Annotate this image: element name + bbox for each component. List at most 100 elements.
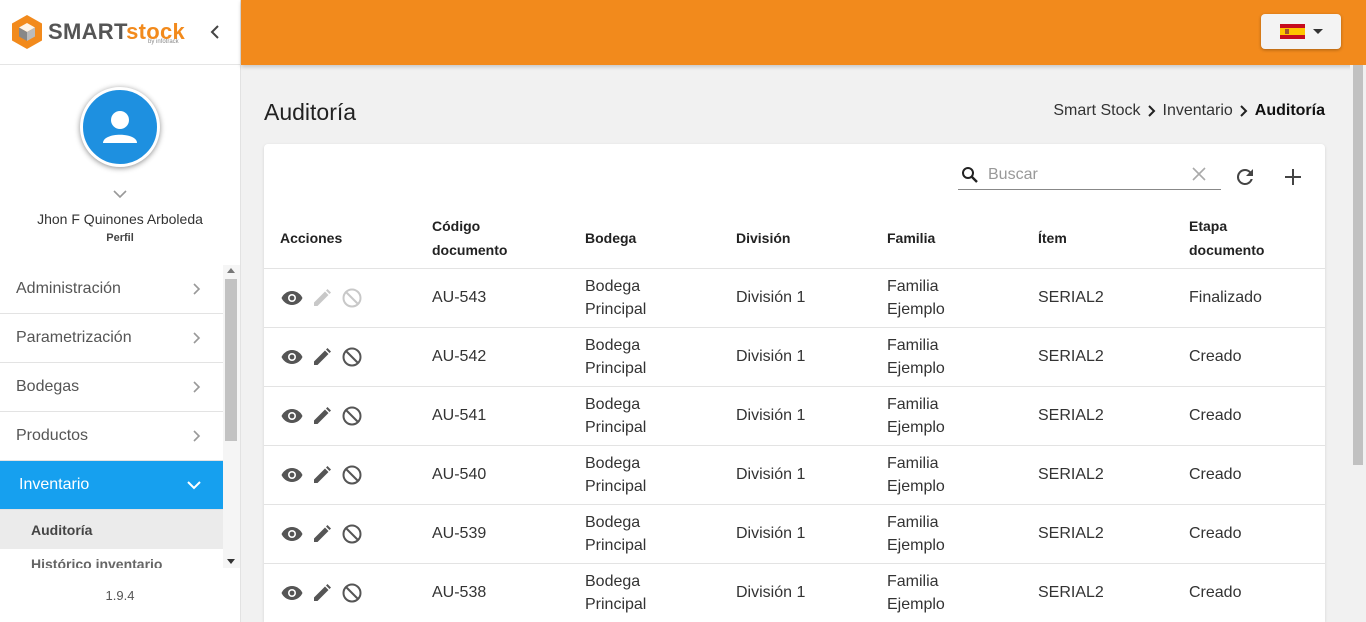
avatar[interactable] (80, 87, 160, 167)
sidebar-item-productos[interactable]: Productos (0, 412, 223, 461)
view-button[interactable] (280, 463, 304, 487)
topbar (241, 0, 1366, 65)
edit-button[interactable] (310, 345, 334, 369)
breadcrumb-item-smart-stock[interactable]: Smart Stock (1053, 102, 1140, 120)
cell-etapa: Finalizado (1173, 268, 1325, 328)
cell-line: Ejemplo (887, 477, 945, 495)
table-header-row: Acciones Código documento Bodega División… (264, 208, 1325, 269)
table-row: AU-542 Bodega Principal División 1 Famili… (264, 327, 1325, 387)
sidebar-item-label: Administración (16, 280, 121, 297)
sidebar-item-administracion[interactable]: Administración (0, 265, 223, 314)
cell-line: Principal (585, 595, 647, 613)
page-scrollbar[interactable] (1350, 65, 1366, 622)
edit-button[interactable] (310, 581, 334, 605)
sidebar-subitem-auditoria[interactable]: Auditoría (0, 510, 223, 549)
cancel-button[interactable] (340, 345, 364, 369)
cell-division: División 1 (720, 445, 871, 505)
refresh-icon[interactable] (1233, 165, 1257, 189)
sidebar-item-parametrizacion[interactable]: Parametrización (0, 314, 223, 363)
view-button[interactable] (280, 286, 304, 310)
cell-line: Bodega (585, 454, 641, 472)
edit-button[interactable] (310, 522, 334, 546)
cell-line: Ejemplo (887, 359, 945, 377)
language-select-button[interactable] (1261, 14, 1341, 49)
edit-button[interactable] (310, 286, 334, 310)
sidebar-scrollbar[interactable] (223, 265, 240, 568)
cell-bodega: Bodega Principal (569, 268, 720, 328)
row-actions (264, 563, 416, 622)
view-button[interactable] (280, 404, 304, 428)
user-icon (103, 111, 137, 143)
eye-icon (281, 526, 303, 541)
view-button[interactable] (280, 581, 304, 605)
cell-familia: Familia Ejemplo (871, 386, 1022, 446)
row-actions (264, 268, 416, 328)
sidebar-item-label: Bodegas (16, 378, 80, 395)
column-header-line: Código (432, 217, 481, 234)
sidebar-subitem-historico-inventario[interactable]: Histórico inventario (0, 549, 223, 568)
add-icon[interactable] (1281, 165, 1305, 189)
pencil-icon (314, 288, 331, 306)
cell-etapa: Creado (1173, 563, 1325, 622)
cell-etapa: Creado (1173, 327, 1325, 387)
cancel-button[interactable] (340, 404, 364, 428)
column-header-line: documento (432, 241, 508, 258)
sidebar-item-bodegas[interactable]: Bodegas (0, 363, 223, 412)
cell-line: Bodega (585, 336, 641, 354)
cell-bodega: Bodega Principal (569, 445, 720, 505)
row-actions (264, 386, 416, 446)
page-scroll-thumb[interactable] (1353, 65, 1363, 465)
cell-line: Bodega (585, 277, 641, 295)
cancel-button[interactable] (340, 522, 364, 546)
profile-link[interactable]: Perfil (0, 232, 240, 244)
sidebar-scroll-thumb[interactable] (225, 279, 237, 441)
edit-button[interactable] (310, 463, 334, 487)
sidebar-item-label: Parametrización (16, 329, 132, 346)
sidebar-item-label: Inventario (19, 476, 90, 493)
chevron-left-icon (210, 25, 219, 39)
cancel-button[interactable] (340, 463, 364, 487)
cell-division: División 1 (720, 268, 871, 328)
scroll-up-arrow-icon[interactable] (227, 268, 235, 273)
column-header-item[interactable]: Ítem (1022, 208, 1173, 269)
sidebar-item-inventario[interactable]: Inventario (0, 461, 223, 510)
column-header-line: documento (1189, 241, 1265, 258)
cell-codigo: AU-542 (416, 327, 569, 387)
cell-line: Ejemplo (887, 300, 945, 318)
row-actions (264, 445, 416, 505)
view-button[interactable] (280, 522, 304, 546)
cell-bodega: Bodega Principal (569, 386, 720, 446)
page-title: Auditoría (264, 99, 357, 125)
cell-line: Bodega (585, 395, 641, 413)
column-header-division[interactable]: División (720, 208, 871, 269)
pencil-icon (314, 406, 331, 424)
clear-search-icon[interactable] (1191, 166, 1207, 182)
eye-icon (281, 290, 303, 305)
view-button[interactable] (280, 345, 304, 369)
cancel-button[interactable] (340, 286, 364, 310)
cell-line: Familia (887, 277, 939, 295)
eye-icon (281, 349, 303, 364)
cell-bodega: Bodega Principal (569, 327, 720, 387)
scroll-down-arrow-icon[interactable] (227, 559, 235, 564)
breadcrumb-item-inventario[interactable]: Inventario (1163, 102, 1233, 120)
profile-name: Jhon F Quinones Arboleda (37, 211, 203, 227)
column-header-codigo-documento[interactable]: Código documento (416, 208, 569, 269)
chevron-down-icon[interactable] (110, 187, 130, 201)
search-icon (962, 166, 978, 183)
column-header-familia[interactable]: Familia (871, 208, 1022, 269)
cell-division: División 1 (720, 386, 871, 446)
search-input[interactable] (988, 165, 1188, 184)
column-header-etapa-documento[interactable]: Etapa documento (1173, 208, 1325, 269)
cancel-button[interactable] (340, 581, 364, 605)
cell-item: SERIAL2 (1022, 445, 1173, 505)
edit-button[interactable] (310, 404, 334, 428)
chevron-right-icon (1240, 105, 1248, 117)
column-header-bodega[interactable]: Bodega (569, 208, 720, 269)
collapse-sidebar-button[interactable] (204, 20, 226, 44)
cell-line: Bodega (585, 572, 641, 590)
chevron-right-icon (193, 283, 201, 295)
audit-table: Acciones Código documento Bodega División… (264, 208, 1325, 622)
cell-line: Ejemplo (887, 595, 945, 613)
cell-division: División 1 (720, 563, 871, 622)
